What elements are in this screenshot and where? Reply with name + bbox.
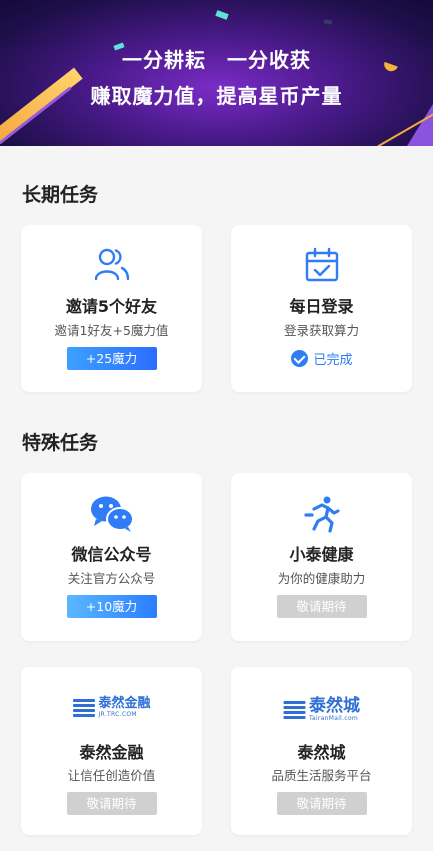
tairan-mall-logo: 泰然城 TairanMall.com [283,697,360,722]
task-title: 邀请5个好友 [65,297,158,316]
task-title: 微信公众号 [71,545,152,564]
logo-mark-icon [283,700,305,719]
reward-button[interactable]: +10魔力 [66,595,157,618]
section-title-long-term: 长期任务 [22,184,99,206]
task-card-tairan-mall[interactable]: 泰然城 TairanMall.com 泰然城 品质生活服务平台 敬请期待 [231,667,412,835]
coming-soon-button: 敬请期待 [66,792,157,815]
logo-name: 泰然城 [309,696,360,716]
task-description: 品质生活服务平台 [271,768,372,783]
tairan-finance-logo: 泰然金融 JR.TRC.COM [72,696,151,718]
coming-soon-button: 敬请期待 [276,792,367,815]
calendar-check-icon [304,247,340,287]
logo-domain: JR.TRC.COM [98,711,137,718]
hero-banner: 一分耕耘 一分收获 赚取魔力值，提高星币产量 [0,0,433,146]
task-title: 小泰健康 [289,545,354,564]
coming-soon-button: 敬请期待 [276,595,367,618]
banner-slogan: 一分耕耘 一分收获 [122,48,311,72]
running-icon [303,495,340,537]
logo-name: 泰然金融 [98,696,151,711]
task-card-health[interactable]: 小泰健康 为你的健康助力 敬请期待 [231,473,412,641]
reward-button[interactable]: +25魔力 [66,347,157,370]
status-label: 已完成 [313,353,353,368]
task-card-tairan-finance[interactable]: 泰然金融 JR.TRC.COM 泰然金融 让信任创造价值 敬请期待 [21,667,202,835]
task-title: 每日登录 [289,297,354,316]
people-icon [94,247,130,285]
banner-subtitle: 赚取魔力值，提高星币产量 [90,84,343,108]
task-description: 关注官方公众号 [67,571,156,586]
task-description: 为你的健康助力 [277,571,366,586]
task-card-wechat[interactable]: 微信公众号 关注官方公众号 +10魔力 [21,473,202,641]
check-circle-icon [290,350,308,367]
wechat-icon [90,495,134,537]
logo-mark-icon [72,698,95,717]
completed-status: 已完成 [290,349,353,368]
task-card-daily-login[interactable]: 每日登录 登录获取算力 已完成 [231,225,412,392]
logo-domain: TairanMall.com [309,715,359,722]
task-card-invite-friends[interactable]: 邀请5个好友 邀请1好友+5魔力值 +25魔力 [21,225,202,392]
confetti-decoration [215,10,229,20]
task-description: 登录获取算力 [283,323,359,338]
task-description: 让信任创造价值 [67,768,156,783]
confetti-decoration [323,19,333,25]
task-title: 泰然城 [297,743,346,762]
task-title: 泰然金融 [79,743,144,762]
task-description: 邀请1好友+5魔力值 [54,323,169,338]
section-title-special: 特殊任务 [22,432,99,454]
